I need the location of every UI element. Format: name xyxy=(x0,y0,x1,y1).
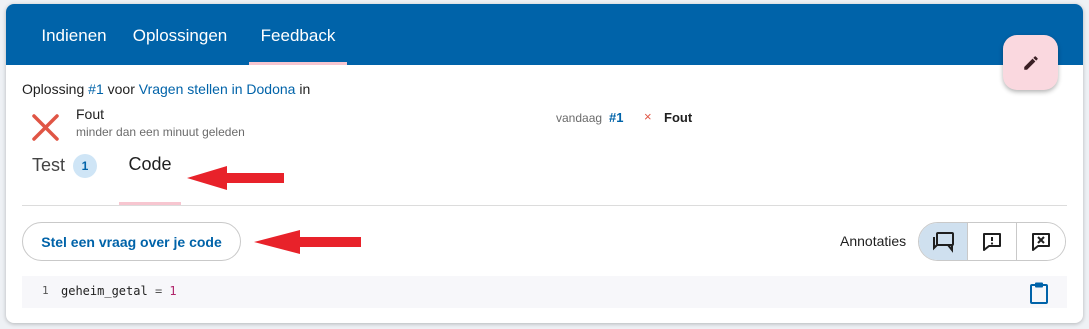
status-time: minder dan een minuut geleden xyxy=(76,125,245,139)
tab-test[interactable]: Test 1 xyxy=(24,154,105,205)
show-feedback-icon xyxy=(983,232,1001,251)
meta-result-icon: × xyxy=(644,109,652,124)
submission-number-link[interactable]: #1 xyxy=(88,81,104,97)
show-feedback-button[interactable] xyxy=(967,223,1016,260)
submission-info-line: Oplossing #1 voor Vragen stellen in Dodo… xyxy=(22,81,310,97)
code-line: geheim_getal = 1 xyxy=(61,284,177,298)
code-value: 1 xyxy=(169,284,177,298)
code-line-number: 1 xyxy=(42,284,49,297)
annotation-arrow-ask-button xyxy=(254,230,361,254)
annotations-toggle-group xyxy=(918,222,1066,261)
status-title: Fout xyxy=(76,106,105,122)
feedback-header-bar: Indienen Oplossingen Feedback xyxy=(6,4,1083,65)
submission-middle: voor xyxy=(107,81,135,97)
code-identifier: geheim_getal xyxy=(61,284,148,298)
edit-fab-button[interactable] xyxy=(1003,35,1058,90)
submission-suffix: in xyxy=(299,81,311,97)
meta-submission-number[interactable]: #1 xyxy=(609,110,623,125)
tab-test-label: Test xyxy=(32,154,66,175)
clipboard-icon[interactable] xyxy=(1028,281,1050,305)
test-count-badge: 1 xyxy=(73,154,98,178)
meta-result: Fout xyxy=(664,110,693,125)
annotations-label: Annotaties xyxy=(840,233,907,249)
pencil-icon xyxy=(1023,55,1038,70)
tab-code[interactable]: Code xyxy=(119,154,181,205)
tab-feedback[interactable]: Feedback xyxy=(249,4,347,65)
submission-prefix: Oplossing xyxy=(22,81,85,97)
cross-icon xyxy=(32,114,59,141)
hide-annotations-icon xyxy=(1032,232,1050,251)
show-comments-button[interactable] xyxy=(919,223,967,260)
tab-oplossingen[interactable]: Oplossingen xyxy=(122,4,238,65)
exercise-link[interactable]: Vragen stellen in Dodona xyxy=(139,81,296,97)
meta-day: vandaag xyxy=(556,111,603,125)
tab-indienen[interactable]: Indienen xyxy=(20,4,128,65)
hide-annotations-button[interactable] xyxy=(1016,223,1065,260)
annotation-arrow-code-tab xyxy=(187,166,284,190)
code-operator: = xyxy=(154,284,163,298)
show-comments-icon xyxy=(933,231,954,253)
tabs-divider xyxy=(22,205,1067,206)
ask-question-button[interactable]: Stel een vraag over je code xyxy=(22,222,241,261)
submission-card: Indienen Oplossingen Feedback Oplossing … xyxy=(6,4,1083,323)
code-block: 1 geheim_getal = 1 xyxy=(22,276,1067,308)
